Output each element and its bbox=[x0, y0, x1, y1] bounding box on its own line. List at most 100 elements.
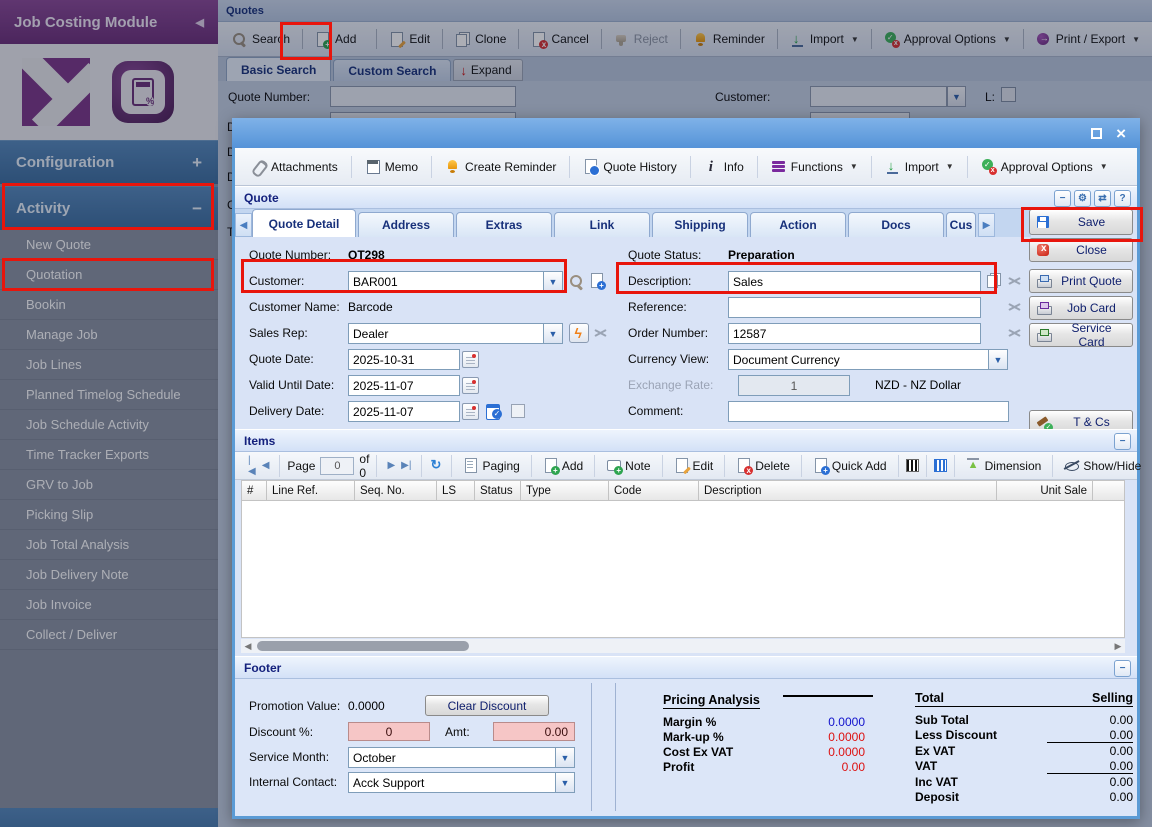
item-add-button[interactable]: Add bbox=[539, 456, 587, 475]
shuffle-icon[interactable] bbox=[1007, 326, 1022, 341]
scrollbar-thumb[interactable] bbox=[257, 641, 469, 651]
scroll-right-icon[interactable]: ▶ bbox=[1111, 641, 1125, 652]
settings-icon[interactable]: ⚙ bbox=[1074, 190, 1091, 207]
customer-info-icon[interactable] bbox=[589, 273, 604, 288]
calendar-icon[interactable] bbox=[462, 351, 479, 368]
service-month-input[interactable]: October bbox=[348, 747, 556, 768]
column-header-ls[interactable]: LS bbox=[437, 480, 475, 501]
tab-scroll-right-icon[interactable]: ▶ bbox=[978, 213, 995, 237]
column-header-seq-no[interactable]: Seq. No. bbox=[355, 480, 437, 501]
tab-scroll-left-icon[interactable]: ◀ bbox=[235, 213, 252, 237]
quick-assign-button[interactable] bbox=[569, 323, 589, 343]
footer-body: Promotion Value: 0.0000 Clear Discount D… bbox=[235, 679, 1137, 816]
scroll-left-icon[interactable]: ◀ bbox=[241, 641, 255, 652]
schedule-calendar-icon[interactable] bbox=[485, 402, 500, 417]
maximize-icon[interactable] bbox=[1091, 128, 1102, 139]
tab-shipping[interactable]: Shipping bbox=[652, 212, 748, 237]
total-row-deposit: Deposit0.00 bbox=[915, 790, 1133, 805]
approval-options-button-dialog[interactable]: Approval Options▼ bbox=[975, 155, 1114, 178]
quote-history-button[interactable]: Quote History bbox=[577, 155, 682, 178]
tab-address[interactable]: Address bbox=[358, 212, 454, 237]
item-delete-button[interactable]: Delete bbox=[732, 456, 794, 475]
last-page-icon[interactable]: ▶| bbox=[398, 460, 414, 471]
internal-contact-input[interactable]: Acck Support bbox=[348, 772, 556, 793]
customer-input[interactable]: BAR001 bbox=[348, 271, 544, 292]
paging-button[interactable]: Paging bbox=[459, 456, 523, 475]
functions-button[interactable]: Functions▼ bbox=[765, 155, 864, 178]
internal-contact-dropdown-button[interactable]: ▼ bbox=[556, 772, 575, 793]
close-icon[interactable]: × bbox=[1116, 128, 1126, 139]
order-number-input[interactable]: 12587 bbox=[728, 323, 981, 344]
shuffle-icon[interactable] bbox=[1007, 300, 1022, 315]
shuffle-icon[interactable] bbox=[593, 326, 608, 341]
clear-discount-button[interactable]: Clear Discount bbox=[425, 695, 549, 716]
page-input[interactable] bbox=[320, 457, 354, 475]
currency-view-input[interactable]: Document Currency bbox=[728, 349, 989, 370]
prev-page-icon[interactable]: ◀ bbox=[259, 460, 273, 471]
import-button-dialog[interactable]: Import▼ bbox=[879, 155, 960, 178]
delivery-date-input[interactable]: 2025-11-07 bbox=[348, 401, 460, 422]
column-header-status[interactable]: Status bbox=[475, 480, 521, 501]
customer-dropdown-button[interactable]: ▼ bbox=[544, 271, 563, 292]
tab-cus-clipped[interactable]: Cus bbox=[946, 212, 976, 237]
column-header-unit-sale[interactable]: Unit Sale bbox=[997, 480, 1093, 501]
info-button[interactable]: Info bbox=[698, 155, 750, 178]
valid-until-date-input[interactable]: 2025-11-07 bbox=[348, 375, 460, 396]
reference-input[interactable] bbox=[728, 297, 981, 318]
collapse-section-button[interactable]: − bbox=[1054, 190, 1071, 207]
customer-lookup-icon[interactable] bbox=[569, 274, 584, 289]
quote-date-input[interactable]: 2025-10-31 bbox=[348, 349, 460, 370]
service-month-dropdown-button[interactable]: ▼ bbox=[556, 747, 575, 768]
copy-icon[interactable] bbox=[986, 273, 1001, 288]
service-card-button[interactable]: Service Card bbox=[1029, 323, 1133, 347]
tab-quote-detail[interactable]: Quote Detail bbox=[252, 209, 356, 237]
quote-detail-form: Quote Number: QT298 Customer: BAR001 ▼ C… bbox=[235, 237, 1137, 429]
calendar-icon[interactable] bbox=[462, 377, 479, 394]
items-grid-body[interactable] bbox=[241, 501, 1125, 638]
dimension-button[interactable]: Dimension bbox=[962, 456, 1046, 475]
first-page-icon[interactable]: |◀ bbox=[245, 455, 259, 477]
collapse-section-button[interactable]: − bbox=[1114, 660, 1131, 677]
close-button[interactable]: Close bbox=[1029, 238, 1133, 262]
amt-input[interactable]: 0.00 bbox=[493, 722, 575, 741]
item-edit-button[interactable]: Edit bbox=[670, 456, 718, 475]
description-input[interactable]: Sales bbox=[728, 271, 981, 292]
job-card-button[interactable]: Job Card bbox=[1029, 296, 1133, 320]
barcode-icon[interactable] bbox=[906, 459, 919, 472]
next-page-icon[interactable]: ▶ bbox=[384, 460, 398, 471]
print-quote-button[interactable]: Print Quote bbox=[1029, 269, 1133, 293]
currency-view-dropdown-button[interactable]: ▼ bbox=[989, 349, 1008, 370]
promotion-value: 0.0000 bbox=[348, 699, 385, 713]
page-label: Page bbox=[287, 459, 315, 473]
quick-add-button[interactable]: Quick Add bbox=[809, 456, 891, 475]
sales-rep-dropdown-button[interactable]: ▼ bbox=[544, 323, 563, 344]
tab-extras[interactable]: Extras bbox=[456, 212, 552, 237]
collapse-section-button[interactable]: − bbox=[1114, 433, 1131, 450]
item-note-button[interactable]: Note bbox=[602, 456, 654, 475]
sales-rep-input[interactable]: Dealer bbox=[348, 323, 544, 344]
refresh-icon[interactable] bbox=[429, 458, 444, 473]
memo-button[interactable]: Memo bbox=[359, 155, 424, 178]
column-header-type[interactable]: Type bbox=[521, 480, 609, 501]
discount-input[interactable]: 0 bbox=[348, 722, 430, 741]
footer-section-title: Footer bbox=[244, 661, 281, 675]
calendar-icon[interactable] bbox=[462, 403, 479, 420]
sync-icon[interactable]: ⇄ bbox=[1094, 190, 1111, 207]
column-header-code[interactable]: Code bbox=[609, 480, 699, 501]
tab-link[interactable]: Link bbox=[554, 212, 650, 237]
column-header-index[interactable]: # bbox=[241, 480, 267, 501]
column-header-line-ref[interactable]: Line Ref. bbox=[267, 480, 355, 501]
barcode-blue-icon[interactable] bbox=[934, 459, 947, 472]
show-hide-button[interactable]: Show/Hide bbox=[1060, 456, 1145, 475]
column-header-description[interactable]: Description bbox=[699, 480, 997, 501]
help-icon[interactable]: ? bbox=[1114, 190, 1131, 207]
delivery-checkbox[interactable] bbox=[511, 404, 525, 418]
comment-input[interactable] bbox=[728, 401, 1009, 422]
shuffle-icon[interactable] bbox=[1007, 274, 1022, 289]
tab-docs[interactable]: Docs bbox=[848, 212, 944, 237]
items-horizontal-scrollbar[interactable]: ◀ ▶ bbox=[241, 639, 1125, 653]
attachments-button[interactable]: Attachments bbox=[245, 155, 344, 178]
create-reminder-button[interactable]: Create Reminder bbox=[439, 155, 562, 178]
tab-action[interactable]: Action bbox=[750, 212, 846, 237]
save-button[interactable]: Save bbox=[1029, 209, 1133, 235]
